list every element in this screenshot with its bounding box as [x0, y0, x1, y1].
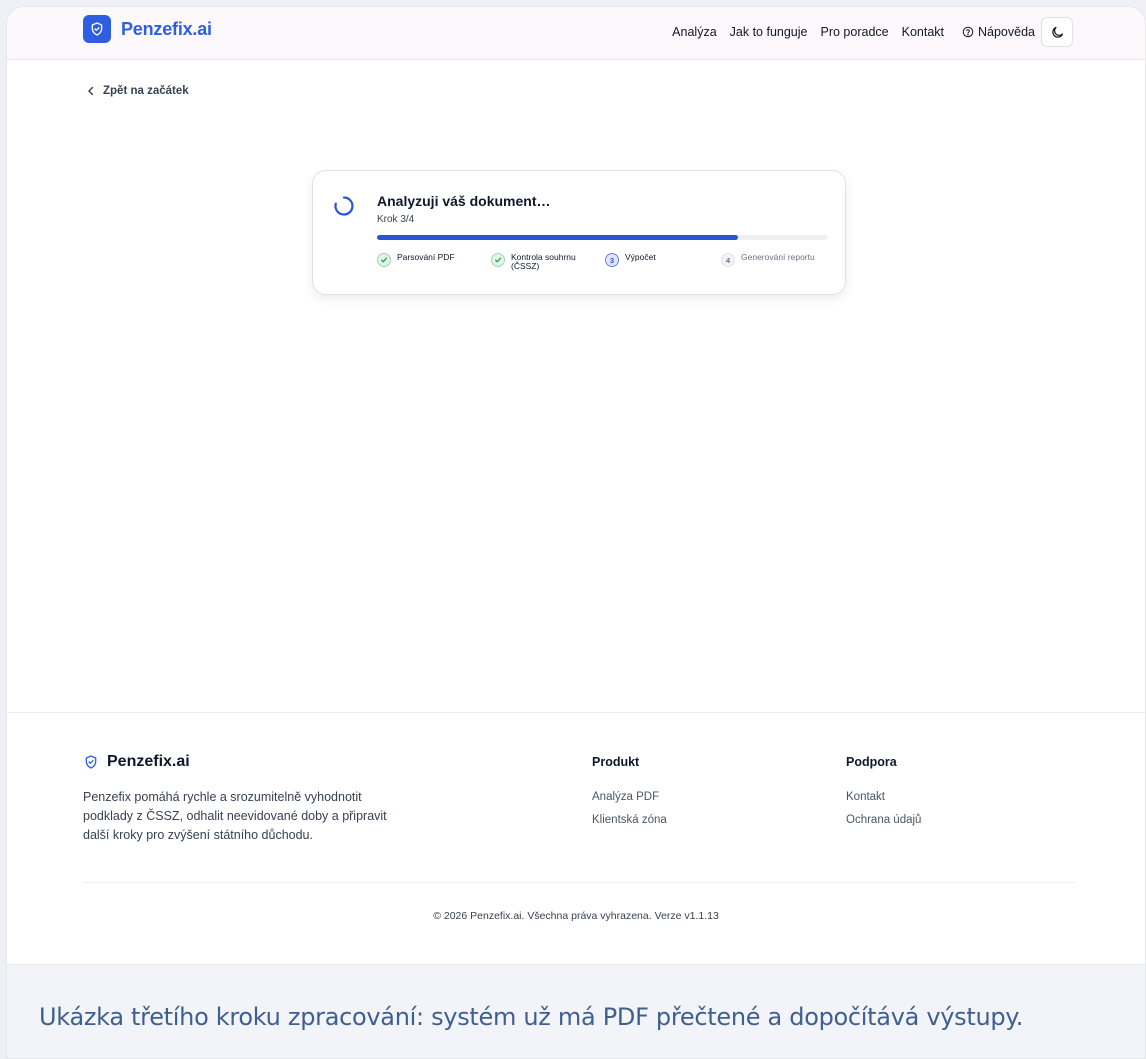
chevron-left-icon	[88, 86, 94, 96]
top-header: Penzefix.ai Analýza Jak to funguje Pro p…	[7, 7, 1145, 60]
footer-brand-name: Penzefix.ai	[107, 753, 190, 770]
main-nav: Analýza Jak to funguje Pro poradce Konta…	[659, 17, 1073, 47]
progress-step-label: Krok 3/4	[377, 214, 415, 225]
footer-copyright: © 2026 Penzefix.ai. Všechna práva vyhraz…	[433, 910, 719, 922]
nav-jak-to-funguje[interactable]: Jak to funguje	[730, 25, 808, 39]
footer-product-title: Produkt	[592, 755, 640, 769]
step-number-badge: 3	[605, 253, 619, 267]
caption-area: Ukázka třetího kroku zpracování: systém …	[7, 964, 1145, 1058]
footer-link-klientska-zona[interactable]: Klientská zóna	[592, 814, 667, 826]
step-label: Parsování PDF	[397, 252, 455, 262]
app-frame: Penzefix.ai Analýza Jak to funguje Pro p…	[6, 6, 1146, 1059]
nav-help-label: Nápověda	[978, 25, 1035, 39]
step-kontrola-souhrnu: Kontrola souhrnu (ČSSZ)	[491, 253, 591, 271]
check-icon	[491, 253, 505, 267]
step-number-badge: 4	[721, 253, 735, 267]
question-circle-icon	[962, 26, 974, 38]
progress-bar	[377, 235, 828, 240]
back-link[interactable]: Zpět na začátek	[87, 85, 189, 97]
screenshot-caption: Ukázka třetího kroku zpracování: systém …	[39, 1003, 1024, 1031]
step-label: Výpočet	[625, 252, 656, 262]
analysis-progress-card: Analyzuji váš dokument… Krok 3/4 Parsová…	[312, 170, 846, 295]
nav-pro-poradce[interactable]: Pro poradce	[821, 25, 889, 39]
progress-title: Analyzuji váš dokument…	[377, 193, 551, 209]
step-label: Generování reportu	[741, 252, 815, 262]
footer-support-title: Podpora	[846, 755, 897, 769]
footer-brand[interactable]: Penzefix.ai	[83, 753, 190, 771]
shield-icon	[83, 15, 111, 43]
step-label: Kontrola souhrnu (ČSSZ)	[511, 252, 576, 271]
footer-link-kontakt[interactable]: Kontakt	[846, 791, 885, 803]
nav-analyza[interactable]: Analýza	[672, 25, 716, 39]
footer-link-ochrana-udaju[interactable]: Ochrana údajů	[846, 814, 921, 826]
step-parsing-pdf: Parsování PDF	[377, 253, 455, 267]
check-icon	[377, 253, 391, 267]
spinner-icon	[334, 196, 354, 216]
shield-check-icon	[85, 755, 97, 769]
moon-icon	[1051, 26, 1063, 38]
step-vypocet: 3 Výpočet	[605, 253, 656, 267]
footer-divider	[83, 882, 1075, 883]
brand-name: Penzefix.ai	[121, 18, 212, 39]
progress-bar-fill	[377, 235, 738, 240]
back-link-label: Zpět na začátek	[103, 85, 189, 97]
step-generovani-reportu: 4 Generování reportu	[721, 253, 815, 267]
footer-description: Penzefix pomáhá rychle a srozumitelně vy…	[83, 790, 387, 842]
nav-help[interactable]: Nápověda	[962, 25, 1035, 39]
theme-toggle-button[interactable]	[1041, 17, 1073, 47]
nav-kontakt[interactable]: Kontakt	[902, 25, 944, 39]
brand-logo[interactable]: Penzefix.ai	[83, 15, 212, 43]
footer-link-analyza-pdf[interactable]: Analýza PDF	[592, 791, 659, 803]
site-footer: Penzefix.ai Penzefix pomáhá rychle a sro…	[7, 712, 1145, 965]
